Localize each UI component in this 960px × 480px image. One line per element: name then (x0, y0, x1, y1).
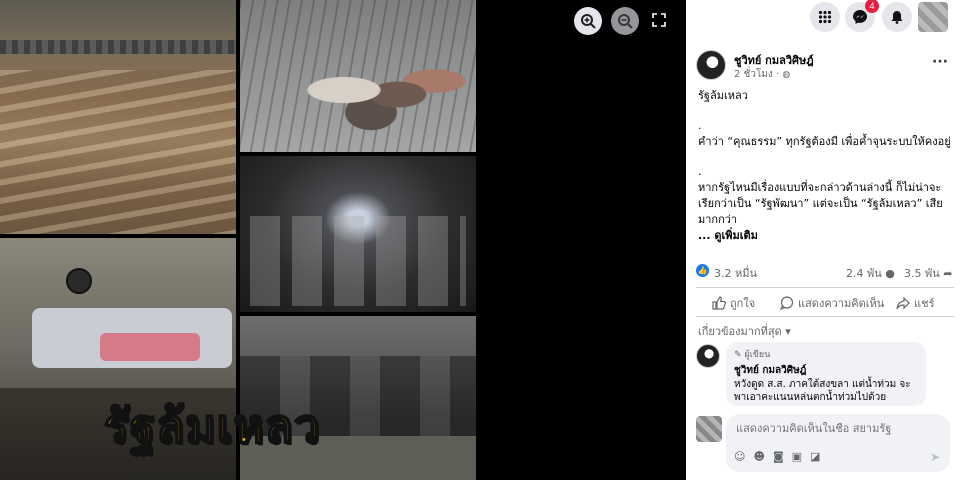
author-avatar[interactable] (696, 50, 726, 80)
zoom-in-button[interactable] (574, 7, 602, 35)
comment-sort-dropdown[interactable]: เกี่ยวข้องมากที่สุด ▾ (698, 322, 791, 340)
top-bar: 4 (686, 0, 960, 36)
grid-menu-icon (818, 10, 832, 24)
thumbs-up-icon (712, 296, 726, 310)
comment-composer: ☺ ☻ ◙ ▣ ◪ ➤ (696, 412, 958, 474)
pink-blanket (100, 333, 200, 361)
zoom-out-button[interactable] (611, 7, 639, 35)
comment-input[interactable] (736, 422, 936, 435)
comment-item: ✎ ผู้เขียน ชูวิทย์ กมลวิศิษฎ์ หวังดูด ส.… (696, 340, 958, 406)
shares-count[interactable]: 3.5 พัน ➦ (904, 264, 952, 282)
post-line: หากรัฐไหนมีเรื่องแบบที่จะกล่าวด้านล่างนี… (698, 181, 943, 226)
messenger-icon (853, 10, 867, 24)
reactions-count[interactable]: 3.2 หมื่น (714, 264, 757, 282)
people-on-roof (290, 45, 470, 135)
comment-label: แสดงความคิดเห็น (798, 297, 885, 310)
fullscreen-button[interactable] (652, 12, 666, 31)
bridge (0, 40, 236, 54)
like-button[interactable]: ถูกใจ (712, 294, 755, 312)
comment-icon (780, 296, 794, 310)
sticker-icon[interactable]: ◪ (810, 450, 820, 463)
commenter-name[interactable]: ชูวิทย์ กมลวิศิษฎ์ (734, 363, 918, 378)
composer-box: ☺ ☻ ◙ ▣ ◪ ➤ (726, 414, 950, 472)
reactions-bar: 👍 3.2 หมื่น 2.4 พัน ● 3.5 พัน ➦ (696, 263, 958, 282)
floodwater (0, 70, 236, 234)
comment-bubble: ✎ ผู้เขียน ชูวิทย์ กมลวิศิษฎ์ หวังดูด ส.… (726, 342, 926, 406)
menu-button[interactable] (810, 2, 840, 32)
author-badge: ✎ ผู้เขียน (734, 347, 918, 361)
messenger-badge: 4 (865, 0, 879, 13)
author-badge-label: ผู้เขียน (744, 350, 771, 360)
composer-tools: ☺ ☻ ◙ ▣ ◪ (734, 450, 820, 463)
photo-viewer: รัฐล้มเหลว (0, 0, 686, 480)
rooftop-patients-photo[interactable] (240, 0, 476, 152)
dark-hospital-photo[interactable] (240, 156, 476, 312)
emoji-icon[interactable]: ☻ (753, 450, 764, 463)
comments-count-text: 2.4 พัน (846, 267, 882, 280)
comment-bubble-icon: ● (885, 267, 895, 280)
zoom-out-icon (618, 14, 633, 29)
commenter-avatar[interactable] (696, 344, 720, 368)
pencil-icon: ✎ (734, 350, 742, 360)
share-icon (896, 296, 910, 310)
flood-river-photo[interactable] (0, 0, 236, 234)
composer-avatar (696, 416, 722, 442)
like-label: ถูกใจ (730, 297, 756, 310)
post-panel: 4 ชูวิทย์ กมลวิศิษฎ์ 2 ชั่วโมง · ◍ ··· ร… (686, 0, 960, 480)
share-label: แชร์ (914, 297, 935, 310)
share-arrow-icon: ➦ (943, 267, 953, 280)
post-time-text: 2 ชั่วโมง (734, 69, 773, 80)
shares-count-text: 3.5 พัน (904, 267, 940, 280)
post-time[interactable]: 2 ชั่วโมง · ◍ (734, 67, 790, 82)
post-actions: ถูกใจ แสดงความคิดเห็น แชร์ (696, 287, 954, 317)
camera-icon[interactable]: ◙ (773, 450, 784, 463)
zoom-in-icon (581, 14, 596, 29)
send-icon[interactable]: ➤ (930, 450, 940, 464)
profile-avatar[interactable] (918, 2, 948, 32)
notifications-button[interactable] (882, 2, 912, 32)
post-text: รัฐล้มเหลว . คำว่า “คุณธรรม” ทุกรัฐต้องม… (698, 88, 956, 244)
share-button[interactable]: แชร์ (896, 294, 934, 312)
post-header: ชูวิทย์ กมลวิศิษฎ์ 2 ชั่วโมง · ◍ ··· (696, 48, 956, 88)
post-line: . (698, 119, 702, 132)
gif-icon[interactable]: ▣ (792, 450, 802, 463)
post-line: รัฐล้มเหลว (698, 89, 748, 102)
post-line: คำว่า “คุณธรรม” ทุกรัฐต้องมี เพื่อค้ำจุน… (698, 135, 951, 148)
fullscreen-icon (652, 13, 666, 27)
see-more-link[interactable]: ... ดูเพิ่มเติม (698, 228, 956, 244)
like-reaction-icon: 👍 (696, 263, 709, 277)
fan (66, 268, 92, 294)
avatar-sticker-icon[interactable]: ☺ (734, 450, 745, 463)
hospital-beds (250, 216, 466, 306)
bell-icon (891, 11, 903, 24)
comment-button[interactable]: แสดงความคิดเห็น (780, 294, 884, 312)
more-options-button[interactable]: ··· (932, 54, 948, 70)
post-line: . (698, 165, 702, 178)
comment-text: หวังดูด ส.ส. ภาคใต้สงขลา แต่น้ำท่วม จะพา… (734, 379, 911, 403)
comments-count[interactable]: 2.4 พัน ● (846, 264, 895, 282)
messenger-button[interactable]: 4 (845, 0, 879, 32)
globe-icon: ◍ (782, 70, 791, 80)
overlay-caption: รัฐล้มเหลว (103, 398, 321, 454)
